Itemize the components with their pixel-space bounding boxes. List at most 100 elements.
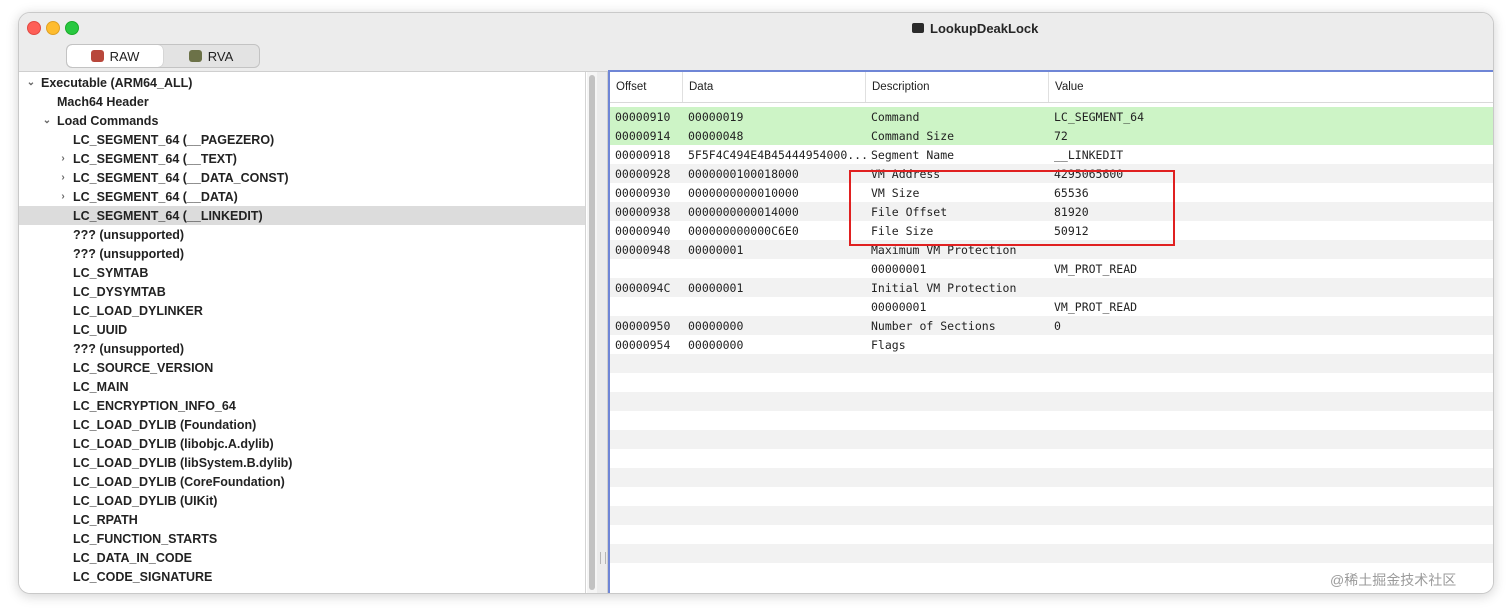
tree-item[interactable]: LC_RPATH xyxy=(19,510,585,529)
tree-item[interactable]: ⌄ Executable (ARM64_ALL) xyxy=(19,73,585,92)
table-row[interactable] xyxy=(610,411,1493,430)
column-header-description[interactable]: Description xyxy=(866,72,1049,102)
tree-item[interactable]: › LC_SEGMENT_64 (__DATA) xyxy=(19,187,585,206)
tree-item[interactable]: LC_LOAD_DYLIB (CoreFoundation) xyxy=(19,472,585,491)
cell-data: 00000001 xyxy=(688,280,744,295)
tree-item-label: LC_DYSYMTAB xyxy=(73,284,166,299)
tree-scrollbar-thumb[interactable] xyxy=(589,75,595,590)
tree-item[interactable]: ??? (unsupported) xyxy=(19,244,585,263)
chevron-right-icon[interactable]: › xyxy=(57,191,69,202)
tree-item[interactable]: LC_DATA_IN_CODE xyxy=(19,548,585,567)
cell-offset: 00000938 xyxy=(615,204,671,219)
tree-item[interactable]: LC_DYSYMTAB xyxy=(19,282,585,301)
column-header-data[interactable]: Data xyxy=(683,72,866,102)
tree-item[interactable]: › LC_SEGMENT_64 (__DATA_CONST) xyxy=(19,168,585,187)
cell-offset: 00000918 xyxy=(615,147,671,162)
table-row[interactable] xyxy=(610,544,1493,563)
cell-data: 00000019 xyxy=(688,109,744,124)
table-row[interactable] xyxy=(610,449,1493,468)
tree-item[interactable]: LC_LOAD_DYLINKER xyxy=(19,301,585,320)
cell-value: 0 xyxy=(1054,318,1061,333)
document-icon xyxy=(912,23,924,33)
table-row[interactable]: 00000914 00000048 Command Size 72 xyxy=(610,126,1493,146)
table-row[interactable] xyxy=(610,392,1493,411)
table-row[interactable]: 0000094C 00000001 Initial VM Protection xyxy=(610,278,1493,297)
table-row[interactable] xyxy=(610,525,1493,544)
tree-item-label: Executable (ARM64_ALL) xyxy=(41,75,193,90)
tree-item-label: ??? (unsupported) xyxy=(73,246,185,261)
table-row[interactable] xyxy=(610,430,1493,449)
tree-item-label: LC_LOAD_DYLIB (libSystem.B.dylib) xyxy=(73,455,293,470)
tree-item-label: LC_ENCRYPTION_INFO_64 xyxy=(73,398,236,413)
tree-item-label: LC_CODE_SIGNATURE xyxy=(73,569,213,584)
tree-item-label: LC_SOURCE_VERSION xyxy=(73,360,214,375)
column-header-offset[interactable]: Offset xyxy=(610,72,683,102)
cell-offset: 00000910 xyxy=(615,109,671,124)
table-row[interactable]: 00000910 00000019 Command LC_SEGMENT_64 xyxy=(610,107,1493,126)
cell-offset: 00000948 xyxy=(615,242,671,257)
tree-item[interactable]: LC_LOAD_DYLIB (libobjc.A.dylib) xyxy=(19,434,585,453)
cell-description: Flags xyxy=(871,337,906,352)
cell-value xyxy=(1049,278,1493,297)
tree-item[interactable]: LC_MAIN xyxy=(19,377,585,396)
chevron-down-icon[interactable]: ⌄ xyxy=(25,77,37,88)
table-row[interactable] xyxy=(610,354,1493,373)
tree-item[interactable]: LC_UUID xyxy=(19,320,585,339)
table-row[interactable]: 00000954 00000000 Flags xyxy=(610,335,1493,354)
tree-item[interactable]: Mach64 Header xyxy=(19,92,585,111)
tree-item[interactable]: ??? (unsupported) xyxy=(19,225,585,244)
tree-item[interactable]: ??? (unsupported) xyxy=(19,339,585,358)
raw-rva-segmented-control[interactable]: RAW RVA xyxy=(66,44,260,68)
cell-value xyxy=(1049,335,1493,354)
minimize-window-button[interactable] xyxy=(46,21,60,35)
outline-tree[interactable]: ⌄ Executable (ARM64_ALL) Mach64 Header ⌄ Loa… xyxy=(19,72,586,593)
table-row[interactable]: 00000001 VM_PROT_READ xyxy=(610,259,1493,278)
cell-offset: 0000094C xyxy=(615,280,671,295)
rva-button[interactable]: RVA xyxy=(163,45,259,67)
tree-item[interactable]: LC_LOAD_DYLIB (Foundation) xyxy=(19,415,585,434)
cell-value: LC_SEGMENT_64 xyxy=(1054,109,1145,124)
chevron-down-icon[interactable]: ⌄ xyxy=(41,115,53,126)
tree-item[interactable]: LC_LOAD_DYLIB (UIKit) xyxy=(19,491,585,510)
tree-item[interactable]: LC_LOAD_DYLIB (libSystem.B.dylib) xyxy=(19,453,585,472)
raw-button[interactable]: RAW xyxy=(67,45,163,67)
table-row[interactable]: 00000918 5F5F4C494E4B45444954000... Segmen… xyxy=(610,145,1493,164)
chevron-right-icon[interactable]: › xyxy=(57,153,69,164)
table-row[interactable]: 00000001 VM_PROT_READ xyxy=(610,297,1493,316)
cell-offset: 00000914 xyxy=(615,128,671,143)
tree-item-label: LC_SEGMENT_64 (__TEXT) xyxy=(73,151,237,166)
tree-item-label: LC_LOAD_DYLINKER xyxy=(73,303,203,318)
tree-item[interactable]: LC_SEGMENT_64 (__PAGEZERO) xyxy=(19,130,585,149)
raw-label: RAW xyxy=(109,48,140,64)
detail-table[interactable]: Offset Data Description Value 00000910 00… xyxy=(608,70,1493,593)
cell-value: __LINKEDIT xyxy=(1054,147,1124,162)
tree-item[interactable]: LC_ENCRYPTION_INFO_64 xyxy=(19,396,585,415)
tree-item[interactable]: LC_SYMTAB xyxy=(19,263,585,282)
cell-data: 0000000000014000 xyxy=(688,204,799,219)
table-row[interactable] xyxy=(610,487,1493,506)
tree-item[interactable]: ⌄ Load Commands xyxy=(19,111,585,130)
cell-description: Segment Name xyxy=(871,147,955,162)
cell-description: Command xyxy=(871,109,920,124)
table-row[interactable] xyxy=(610,468,1493,487)
tree-item[interactable]: LC_SOURCE_VERSION xyxy=(19,358,585,377)
maximize-window-button[interactable] xyxy=(65,21,79,35)
tree-item[interactable]: LC_SEGMENT_64 (__LINKEDIT) xyxy=(19,206,585,225)
tree-item-label: LC_LOAD_DYLIB (UIKit) xyxy=(73,493,218,508)
split-view-divider[interactable] xyxy=(597,72,608,593)
cell-description: 00000001 xyxy=(871,261,927,276)
tree-item[interactable]: LC_FUNCTION_STARTS xyxy=(19,529,585,548)
tree-item[interactable]: LC_CODE_SIGNATURE xyxy=(19,567,585,586)
close-window-button[interactable] xyxy=(27,21,41,35)
tree-item[interactable]: › LC_SEGMENT_64 (__TEXT) xyxy=(19,149,585,168)
table-row[interactable] xyxy=(610,506,1493,525)
chevron-right-icon[interactable]: › xyxy=(57,172,69,183)
table-row[interactable]: 00000950 00000000 Number of Sections 0 xyxy=(610,316,1493,335)
window-title-container: LookupDeakLock xyxy=(912,19,1038,37)
cell-data: 00000048 xyxy=(688,128,744,143)
table-row[interactable] xyxy=(610,373,1493,392)
cell-value: VM_PROT_READ xyxy=(1054,299,1138,314)
column-header-value[interactable]: Value xyxy=(1049,72,1493,102)
watermark: @稀土掘金技术社区 xyxy=(1330,572,1457,588)
divider-handle[interactable] xyxy=(600,552,606,564)
